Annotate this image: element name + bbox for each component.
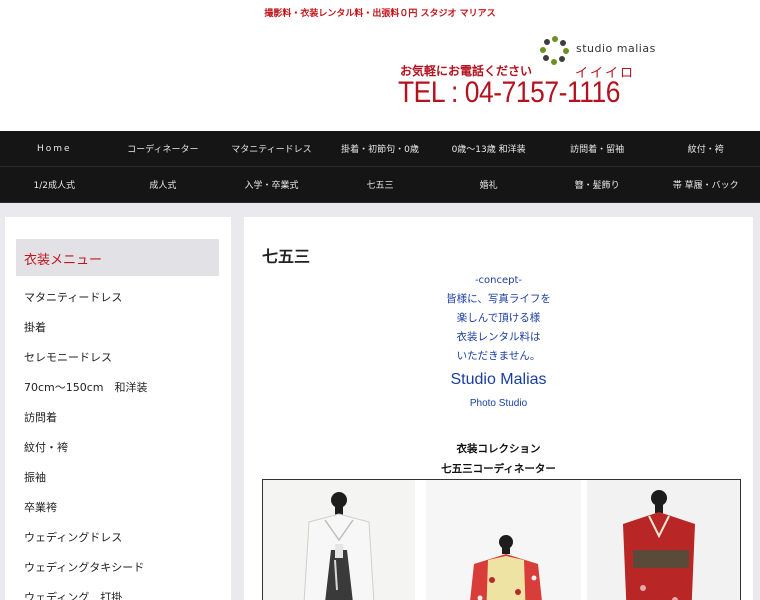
- sidebar-item-kakegi[interactable]: 掛着: [24, 319, 148, 349]
- page-title: 七五三: [262, 247, 311, 266]
- sidebar-item-graduation-hakama[interactable]: 卒業袴: [24, 499, 148, 529]
- collection-title: 衣装コレクション: [456, 443, 541, 455]
- nav-home[interactable]: Home: [0, 131, 109, 167]
- nav-maternity-dress[interactable]: マタニティードレス: [217, 131, 326, 167]
- sidebar-item-homongi[interactable]: 訪問着: [24, 409, 148, 439]
- nav-shichigosan[interactable]: 七五三: [325, 167, 435, 203]
- collection-subtitle: 七五三コーディネーター: [441, 463, 556, 475]
- top-tagline: 撮影料・衣装レンタル料・出張料０円 スタジオ マリアス: [264, 9, 496, 19]
- sidebar-item-furisode[interactable]: 振袖: [24, 469, 148, 499]
- sidebar-item-maternity[interactable]: マタニティードレス: [24, 289, 148, 319]
- nav-hair-accessories[interactable]: 簪・髪飾り: [542, 167, 652, 203]
- sidebar-item-tuxedo[interactable]: ウェディングタキシード: [24, 559, 148, 589]
- main-nav: Home コーディネーター マタニティードレス 掛着・初節句・0歳 0歳～13歳…: [0, 131, 760, 203]
- concept-line: 衣装レンタル料は: [456, 331, 541, 343]
- concept-line: 皆様に、写真ライフを: [446, 293, 551, 305]
- costume-photo-red-kimono[interactable]: [587, 480, 741, 600]
- sidebar-item-wedding-dress[interactable]: ウェディングドレス: [24, 529, 148, 559]
- nav-wedding[interactable]: 婚礼: [434, 167, 543, 203]
- photo-studio-label: Photo Studio: [469, 398, 528, 409]
- nav-homongi[interactable]: 訪問着・留袖: [542, 131, 652, 167]
- costume-gallery: [262, 479, 741, 600]
- nav-graduation[interactable]: 入学・卒業式: [217, 167, 326, 203]
- nav-half-adult[interactable]: 1/2成人式: [0, 167, 109, 203]
- phone-number[interactable]: TEL : 04-7157-1116: [398, 76, 620, 110]
- content-area: 衣装メニュー マタニティードレス 掛着 セレモニードレス 70cm～150cm …: [0, 203, 760, 600]
- nav-kids-wear[interactable]: 0歳～13歳 和洋装: [434, 131, 543, 167]
- studio-name: Studio Malias: [450, 371, 547, 388]
- nav-coordinator[interactable]: コーディネーター: [108, 131, 218, 167]
- nav-montsuki[interactable]: 紋付・袴: [651, 131, 760, 167]
- nav-kakegi[interactable]: 掛着・初節句・0歳: [325, 131, 435, 167]
- nav-row-2: 1/2成人式 成人式 入学・卒業式 七五三 婚礼 簪・髪飾り 帯 草履・バック: [0, 167, 760, 203]
- collection-heading: 衣装コレクション 七五三コーディネーター: [244, 439, 753, 479]
- sidebar: 衣装メニュー マタニティードレス 掛着 セレモニードレス 70cm～150cm …: [5, 217, 231, 600]
- sidebar-item-kids-wear[interactable]: 70cm～150cm 和洋装: [24, 379, 148, 409]
- costume-photo-yellow-kimono[interactable]: [426, 480, 581, 600]
- concept-line: 楽しんで頂ける様: [456, 312, 541, 324]
- concept-block: -concept- 皆様に、写真ライフを 楽しんで頂ける様 衣装レンタル料は い…: [244, 271, 753, 415]
- sidebar-item-uchikake[interactable]: ウェディング 打掛: [24, 589, 148, 600]
- logo-mark-icon: [540, 36, 572, 66]
- main-content: 七五三 -concept- 皆様に、写真ライフを 楽しんで頂ける様 衣装レンタル…: [244, 217, 753, 600]
- concept-label: -concept-: [474, 275, 523, 286]
- nav-seijinshiki[interactable]: 成人式: [108, 167, 218, 203]
- nav-obi[interactable]: 帯 草履・バック: [651, 167, 760, 203]
- nav-row-1: Home コーディネーター マタニティードレス 掛着・初節句・0歳 0歳～13歳…: [0, 131, 760, 167]
- sidebar-item-ceremony-dress[interactable]: セレモニードレス: [24, 349, 148, 379]
- logo-text: studio malias: [576, 42, 656, 55]
- sidebar-item-montsuki[interactable]: 紋付・袴: [24, 439, 148, 469]
- concept-line: いただきません。: [456, 350, 541, 362]
- costume-photo-white-hakama[interactable]: [263, 480, 415, 600]
- sidebar-menu: マタニティードレス 掛着 セレモニードレス 70cm～150cm 和洋装 訪問着…: [24, 289, 148, 600]
- sidebar-heading: 衣装メニュー: [16, 239, 219, 276]
